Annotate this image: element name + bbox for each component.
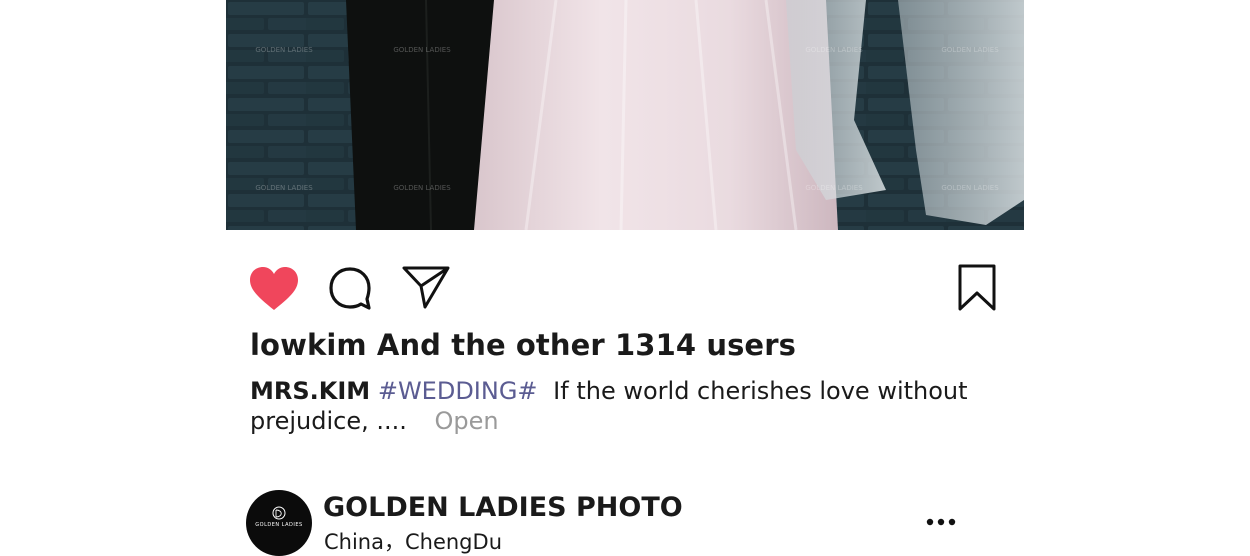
svg-text:GOLDEN LADIES: GOLDEN LADIES	[393, 46, 451, 54]
post-actions	[0, 230, 1250, 330]
caption-username[interactable]: MRS.KIM	[250, 377, 370, 405]
author-location[interactable]: China，ChengDu	[324, 526, 502, 556]
more-horizontal-icon[interactable]	[926, 518, 956, 526]
bookmark-icon[interactable]	[957, 264, 997, 312]
send-icon[interactable]	[401, 265, 451, 310]
heart-icon[interactable]	[249, 267, 299, 312]
caption-hashtag[interactable]: #WEDDING#	[378, 377, 538, 405]
post-photo[interactable]: GOLDEN LADIES GOLDEN LADIES GOLDEN LADIE…	[226, 0, 1024, 230]
svg-text:GOLDEN LADIES: GOLDEN LADIES	[393, 184, 451, 192]
post-caption: MRS.KIM #WEDDING# If the world cherishes…	[250, 376, 970, 436]
svg-text:GOLDEN LADIES: GOLDEN LADIES	[941, 46, 999, 54]
svg-text:GOLDEN LADIES: GOLDEN LADIES	[805, 46, 863, 54]
likes-count[interactable]: lowkim And the other 1314 users	[250, 328, 796, 362]
caption-open-link[interactable]: Open	[435, 407, 499, 435]
svg-text:GOLDEN LADIES: GOLDEN LADIES	[255, 46, 313, 54]
author-row: GOLDEN LADIES GOLDEN LADIES PHOTO China，…	[246, 490, 1006, 556]
avatar-brand-text: GOLDEN LADIES	[255, 522, 303, 528]
svg-text:GOLDEN LADIES: GOLDEN LADIES	[805, 184, 863, 192]
author-name[interactable]: GOLDEN LADIES PHOTO	[323, 492, 683, 523]
svg-text:GOLDEN LADIES: GOLDEN LADIES	[941, 184, 999, 192]
avatar[interactable]: GOLDEN LADIES	[246, 490, 312, 556]
comment-icon[interactable]	[327, 266, 373, 312]
svg-text:GOLDEN LADIES: GOLDEN LADIES	[255, 184, 313, 192]
wedding-photo-illustration: GOLDEN LADIES GOLDEN LADIES GOLDEN LADIE…	[226, 0, 1024, 230]
